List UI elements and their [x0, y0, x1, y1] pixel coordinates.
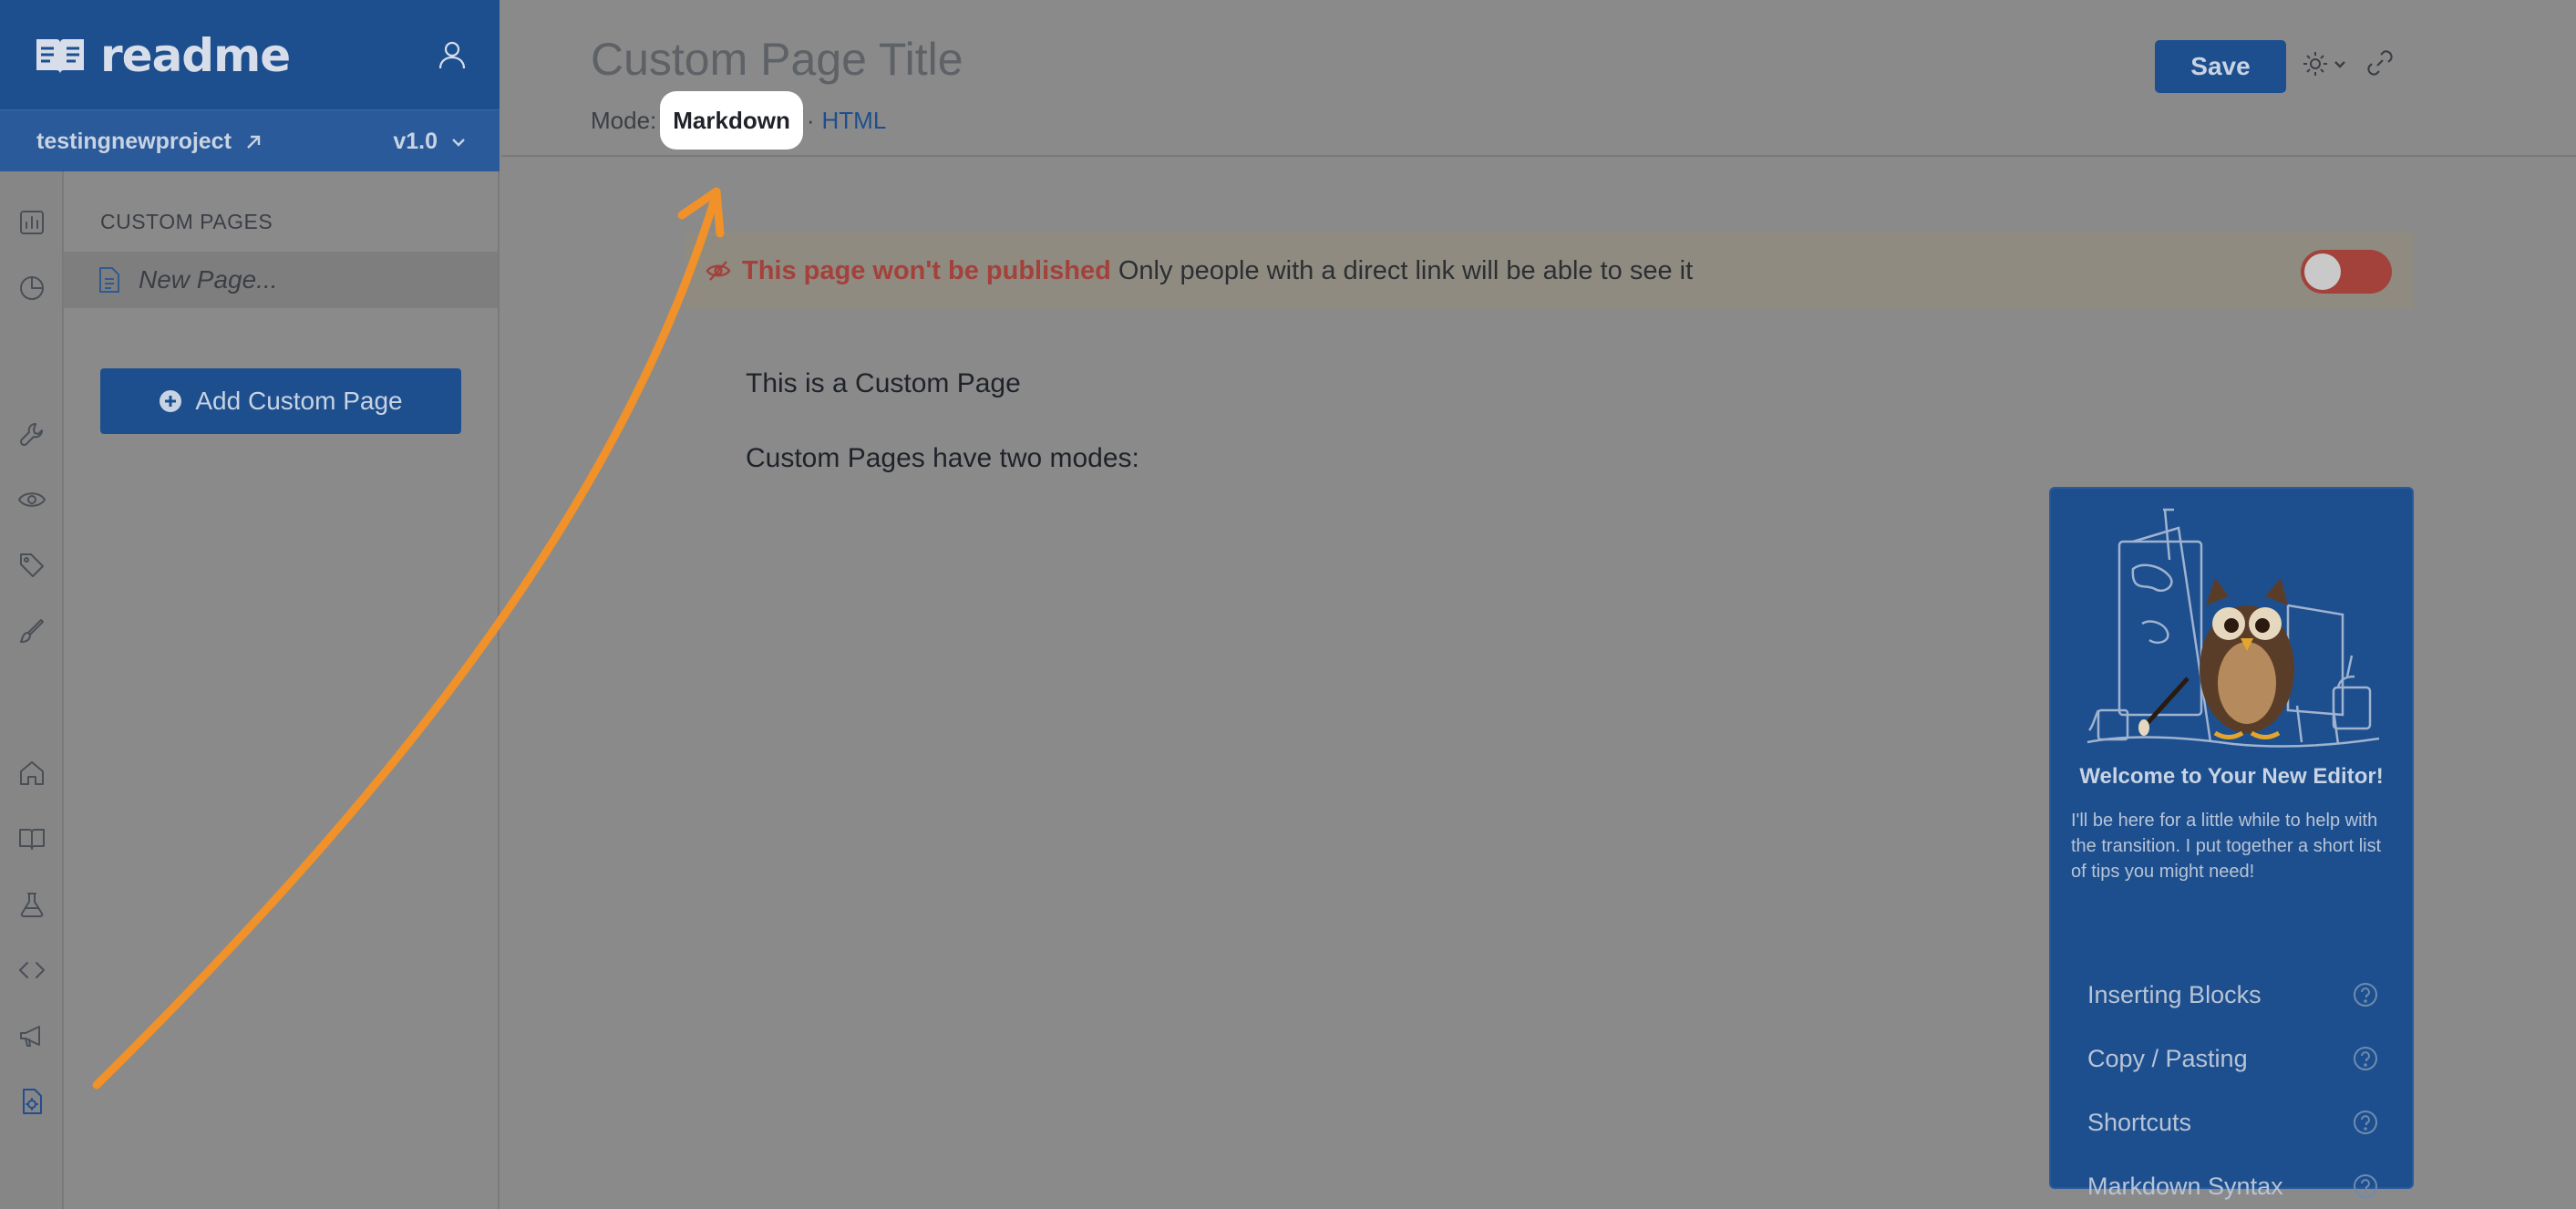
unpublished-banner: This page won't be published Only people… — [685, 232, 2414, 310]
sidebar-page-item[interactable]: New Page... — [64, 252, 498, 308]
flask-icon[interactable] — [15, 888, 48, 921]
version-selector[interactable]: v1.0 — [393, 129, 467, 155]
eye-icon[interactable] — [15, 483, 48, 516]
add-custom-page-label: Add Custom Page — [195, 387, 403, 415]
tag-icon[interactable] — [15, 549, 48, 582]
link-icon[interactable] — [2365, 47, 2397, 80]
chevron-down-icon — [452, 138, 465, 147]
tip-markdown-syntax[interactable]: Markdown Syntax — [2087, 1165, 2379, 1207]
tip-label: Inserting Blocks — [2087, 980, 2262, 1008]
user-icon[interactable] — [436, 38, 469, 71]
help-icon — [2354, 983, 2377, 1007]
help-icon — [2354, 1047, 2377, 1070]
save-button[interactable]: Save — [2155, 40, 2286, 93]
content-line[interactable]: Custom Pages have two modes: — [746, 443, 1139, 474]
project-link[interactable]: testingnewproject — [36, 129, 264, 155]
toggle-knob — [2304, 253, 2341, 290]
project-bar: testingnewproject v1.0 — [0, 109, 500, 171]
version-label: v1.0 — [393, 129, 438, 154]
external-link-icon — [247, 135, 261, 149]
editor-header: Custom Page Title Mode: Markdown · HTML … — [501, 0, 2576, 157]
icon-rail — [0, 171, 64, 1209]
chart-icon[interactable] — [15, 206, 48, 239]
welcome-title: Welcome to Your New Editor! — [2079, 764, 2384, 789]
paint-icon[interactable] — [15, 615, 48, 647]
wrench-icon[interactable] — [15, 418, 48, 450]
settings-dropdown[interactable] — [2301, 47, 2352, 80]
tip-inserting-blocks[interactable]: Inserting Blocks — [2087, 974, 2379, 1016]
home-icon[interactable] — [15, 757, 48, 790]
mode-markdown[interactable]: Markdown — [660, 91, 803, 150]
tip-shortcuts[interactable]: Shortcuts — [2087, 1101, 2379, 1143]
page-title-input[interactable]: Custom Page Title — [591, 33, 963, 86]
code-icon[interactable] — [15, 954, 48, 987]
welcome-text: I'll be here for a little while to help … — [2071, 811, 2382, 882]
eye-slash-icon — [706, 261, 731, 281]
custom-page-icon[interactable] — [15, 1085, 48, 1118]
mode-label: Mode: — [591, 106, 657, 134]
chevron-down-icon — [2334, 61, 2345, 68]
help-icon — [2354, 1111, 2377, 1134]
help-icon — [2354, 1174, 2377, 1198]
mode-separator: · — [806, 106, 815, 134]
publish-toggle[interactable] — [2301, 250, 2392, 294]
mode-switcher: Mode: Markdown · HTML — [591, 91, 886, 150]
banner-message: Only people with a direct link will be a… — [1118, 255, 1694, 285]
tip-label: Shortcuts — [2087, 1108, 2192, 1136]
book-logo-icon — [36, 39, 84, 74]
tip-label: Markdown Syntax — [2087, 1172, 2283, 1200]
banner-warning: This page won't be published — [742, 255, 1111, 285]
mode-html[interactable]: HTML — [822, 107, 887, 135]
content-line[interactable]: This is a Custom Page — [746, 368, 1021, 399]
add-custom-page-button[interactable]: Add Custom Page — [100, 368, 461, 434]
section-title: CUSTOM PAGES — [100, 210, 273, 233]
readme-logo[interactable]: readme — [33, 29, 291, 82]
brand-bar: readme — [0, 0, 500, 109]
plus-circle-icon — [160, 390, 182, 412]
project-name: testingnewproject — [36, 129, 232, 154]
welcome-card: Welcome to Your New Editor! I'll be here… — [2049, 487, 2414, 1200]
sidebar: CUSTOM PAGES New Page... Add Custom Page — [64, 171, 500, 1209]
megaphone-icon[interactable] — [15, 1019, 48, 1052]
tip-copy-pasting[interactable]: Copy / Pasting — [2087, 1038, 2379, 1080]
document-icon — [99, 267, 119, 293]
owl-painter-illustration — [2087, 508, 2380, 748]
gear-icon — [2303, 52, 2327, 76]
page-item-label: New Page... — [139, 265, 278, 294]
logo-text: readme — [100, 29, 291, 82]
book-icon[interactable] — [15, 822, 48, 855]
tip-label: Copy / Pasting — [2087, 1044, 2248, 1072]
pie-chart-icon[interactable] — [15, 272, 48, 305]
